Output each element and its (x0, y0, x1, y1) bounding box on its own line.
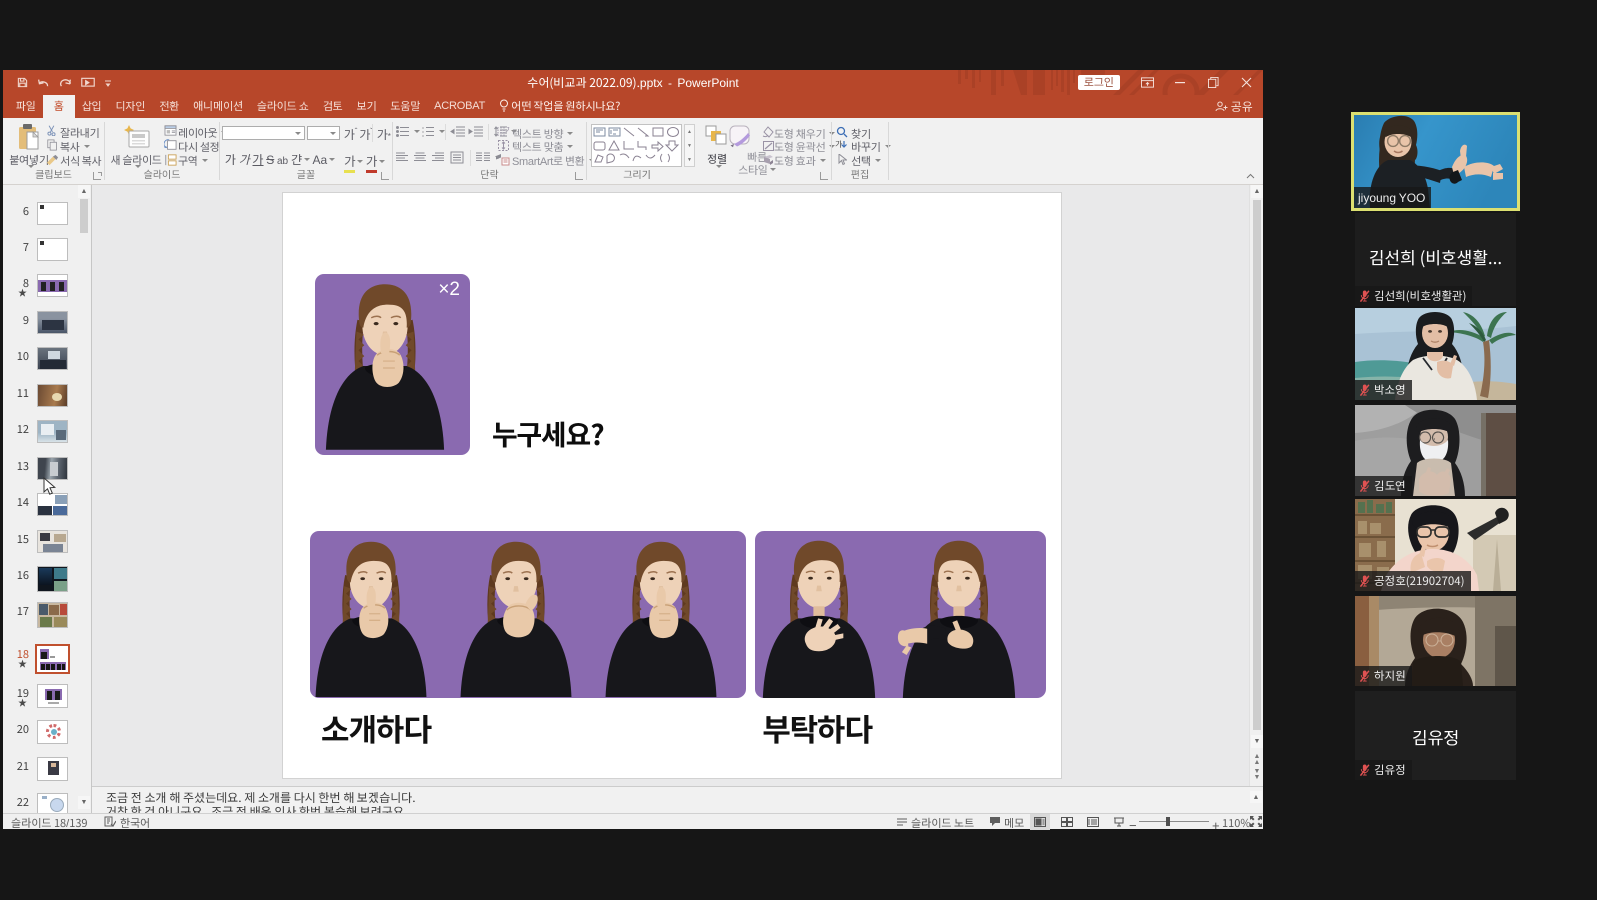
svg-text:가: 가 (505, 125, 510, 136)
